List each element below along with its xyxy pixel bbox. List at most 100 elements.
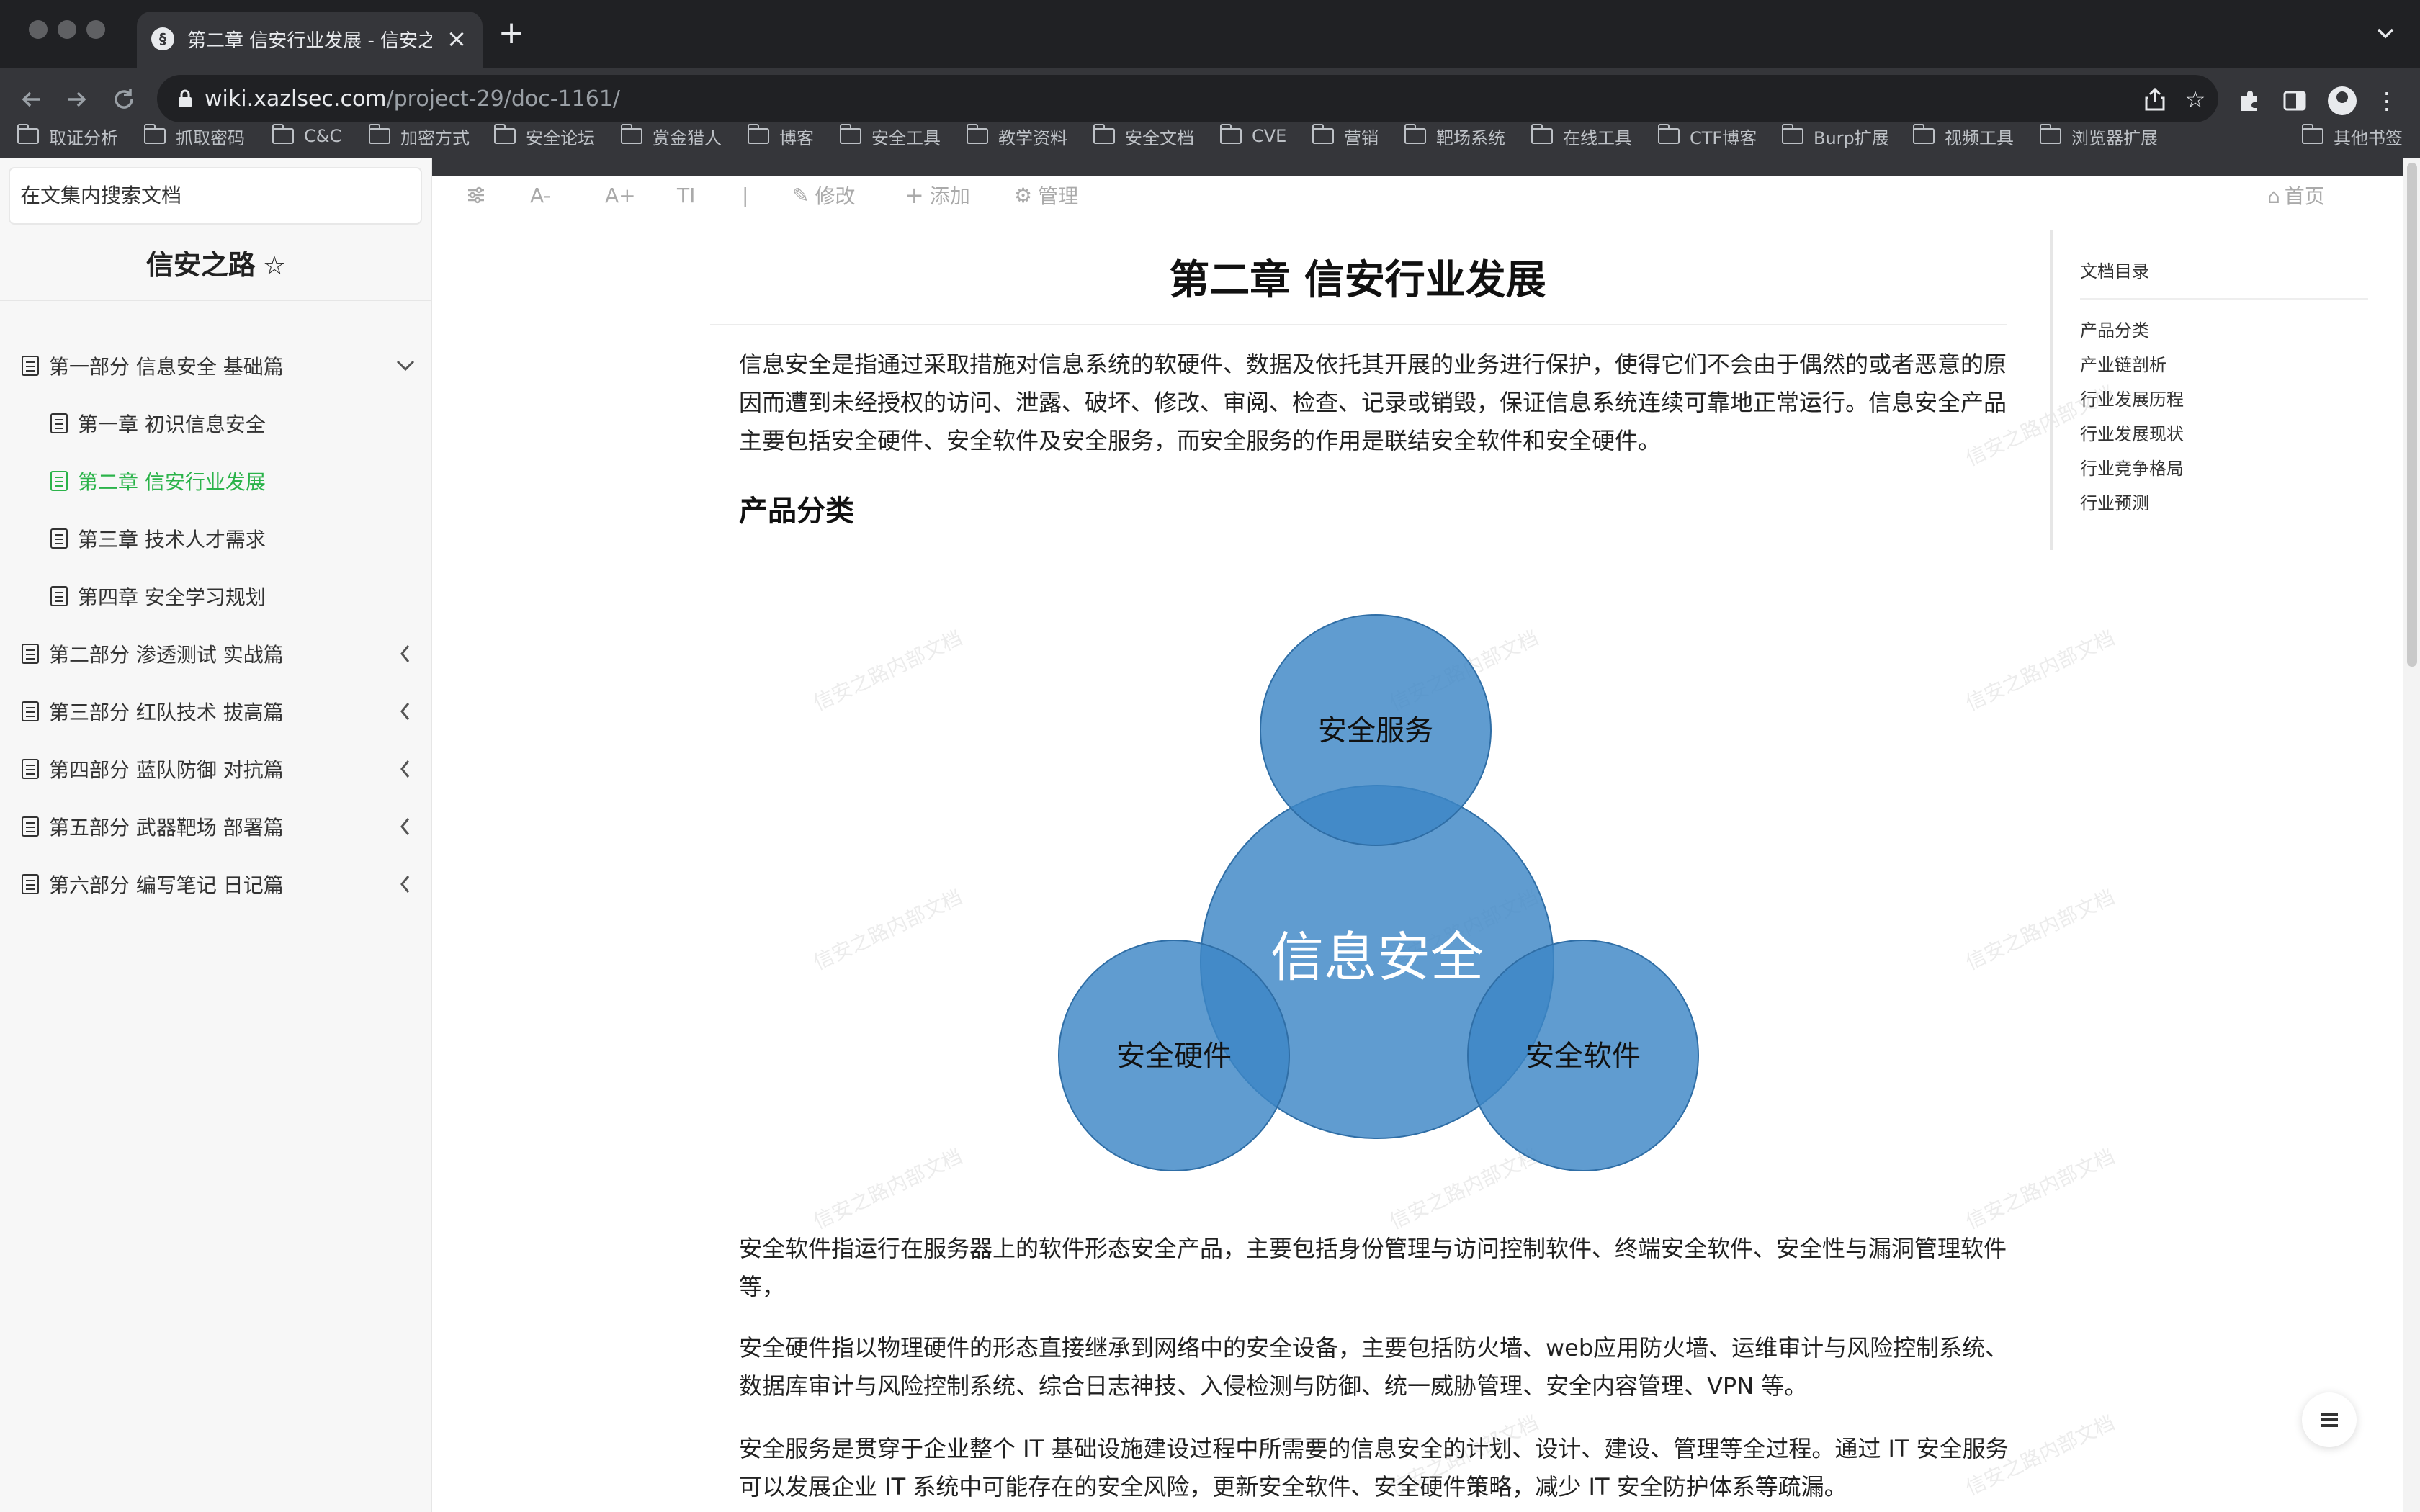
browser-tab-active[interactable]: § 第二章 信安行业发展 - 信安之路 × bbox=[137, 12, 483, 68]
document-icon bbox=[50, 528, 68, 549]
sidebar-item-part-2[interactable]: 第二部分 渗透测试 实战篇 bbox=[22, 632, 284, 675]
chevron-left-icon[interactable] bbox=[393, 690, 418, 733]
bookmark-folder[interactable]: CVE bbox=[1219, 122, 1286, 150]
edit-button[interactable]: ✎ 修改 bbox=[792, 177, 855, 213]
address-bar[interactable]: wiki.xazlsec.com/project-29/doc-1161/ ☆ bbox=[157, 75, 2218, 122]
font-decrease-button[interactable]: A- bbox=[530, 177, 551, 213]
bookmark-folder[interactable]: 视频工具 bbox=[1912, 122, 2014, 150]
bookmark-star-icon[interactable]: ☆ bbox=[2182, 86, 2208, 112]
back-arrow-icon[interactable] bbox=[16, 84, 48, 115]
bookmark-folder[interactable]: 赏金猎人 bbox=[620, 122, 722, 150]
toc-item[interactable]: 产业链剖析 bbox=[2080, 353, 2166, 377]
lock-icon[interactable] bbox=[177, 89, 193, 108]
software-paragraph: 安全软件指运行在服务器上的软件形态安全产品，主要包括身份管理与访问控制软件、终端… bbox=[739, 1235, 2007, 1300]
bookmark-folder[interactable]: 安全文档 bbox=[1093, 122, 1194, 150]
chevron-left-icon[interactable] bbox=[393, 747, 418, 791]
doc-search-input[interactable]: 在文集内搜索文档 bbox=[9, 167, 422, 225]
folder-icon bbox=[966, 124, 988, 144]
chevron-left-icon[interactable] bbox=[393, 632, 418, 675]
folder-icon bbox=[1781, 124, 1803, 144]
manage-icon: ⚙ bbox=[1014, 183, 1033, 207]
bookmark-folder[interactable]: 靶场系统 bbox=[1404, 122, 1505, 150]
document-icon bbox=[50, 413, 68, 433]
star-icon[interactable]: ☆ bbox=[263, 246, 286, 287]
sidebar-item-part-1[interactable]: 第一部分 信息安全 基础篇 bbox=[22, 344, 284, 387]
sidebar-item-chapter-3[interactable]: 第三章 技术人才需求 bbox=[50, 517, 266, 560]
tab-close-button[interactable]: × bbox=[444, 26, 470, 52]
url-text[interactable]: wiki.xazlsec.com/project-29/doc-1161/ bbox=[205, 85, 620, 114]
folder-icon bbox=[747, 124, 769, 144]
chevron-down-icon[interactable] bbox=[393, 344, 418, 387]
font-increase-button[interactable]: A+ bbox=[605, 177, 636, 213]
toc-item[interactable]: 行业发展历程 bbox=[2080, 387, 2184, 412]
folder-icon bbox=[1093, 124, 1115, 144]
new-tab-button[interactable]: + bbox=[497, 17, 526, 49]
toc-item[interactable]: 行业竞争格局 bbox=[2080, 456, 2184, 481]
share-icon[interactable] bbox=[2142, 86, 2168, 112]
home-button[interactable]: ⌂ 首页 bbox=[2267, 179, 2325, 215]
toc-border bbox=[2050, 230, 2053, 550]
more-menu-icon[interactable]: ⋮ bbox=[2372, 86, 2401, 115]
folder-icon bbox=[1912, 124, 1935, 144]
bookmark-folder[interactable]: 营销 bbox=[1312, 122, 1379, 150]
reload-icon[interactable] bbox=[108, 84, 140, 115]
bookmark-folder[interactable]: 浏览器扩展 bbox=[2039, 122, 2158, 150]
watermark-text: 信安之路内部文档 bbox=[810, 626, 967, 716]
toc-toggle-button[interactable] bbox=[2302, 1392, 2357, 1447]
folder-icon bbox=[839, 124, 861, 144]
folder-icon bbox=[1404, 124, 1426, 144]
section-heading: 产品分类 bbox=[739, 495, 854, 528]
sidebar-item-chapter-1[interactable]: 第一章 初识信息安全 bbox=[50, 402, 266, 445]
doc-sidebar: 在文集内搜索文档 信安之路 ☆ 第一部分 信息安全 基础篇 第一章 初识信息安全 … bbox=[0, 158, 432, 1512]
add-button[interactable]: + 添加 bbox=[905, 177, 970, 213]
document-icon bbox=[22, 356, 39, 376]
tab-search-chevron-icon[interactable] bbox=[2372, 20, 2398, 46]
toc-title: 文档目录 bbox=[2080, 261, 2149, 282]
venn-label-left: 安全硬件 bbox=[1116, 1040, 1232, 1073]
toc-item[interactable]: 产品分类 bbox=[2080, 318, 2149, 343]
chevron-left-icon[interactable] bbox=[393, 863, 418, 906]
bookmark-folder[interactable]: Burp扩展 bbox=[1781, 122, 1889, 150]
venn-diagram: 信息安全 安全服务 安全硬件 安全软件 bbox=[1058, 614, 1699, 1171]
sidebar-item-chapter-2[interactable]: 第二章 信安行业发展 bbox=[50, 459, 266, 503]
sidebar-item-chapter-4[interactable]: 第四章 安全学习规划 bbox=[50, 575, 266, 618]
scrollbar-thumb[interactable] bbox=[2407, 163, 2417, 667]
window-zoom-button[interactable] bbox=[86, 20, 105, 39]
profile-avatar[interactable] bbox=[2328, 86, 2357, 115]
sidebar-item-part-3[interactable]: 第三部分 红队技术 拔高篇 bbox=[22, 690, 284, 733]
window-minimize-button[interactable] bbox=[58, 20, 76, 39]
bookmark-folder[interactable]: 安全工具 bbox=[839, 122, 941, 150]
watermark-text: 信安之路内部文档 bbox=[1962, 885, 2119, 975]
pencil-icon: ✎ bbox=[792, 183, 810, 207]
toc-item[interactable]: 行业预测 bbox=[2080, 491, 2149, 516]
font-style-button[interactable]: TI bbox=[677, 177, 695, 213]
divider bbox=[0, 300, 432, 301]
window-close-button[interactable] bbox=[29, 20, 48, 39]
extensions-puzzle-icon[interactable] bbox=[2236, 86, 2264, 115]
list-icon bbox=[2321, 1413, 2338, 1427]
bookmark-folder[interactable]: 博客 bbox=[747, 122, 814, 150]
site-favicon-icon: § bbox=[151, 27, 174, 50]
bookmark-folder[interactable]: 取证分析 bbox=[17, 122, 118, 150]
bookmark-folder[interactable]: C&C bbox=[272, 122, 341, 150]
bookmark-folder[interactable]: 安全论坛 bbox=[493, 122, 595, 150]
chevron-left-icon[interactable] bbox=[393, 805, 418, 848]
bookmark-folder[interactable]: 教学资料 bbox=[966, 122, 1067, 150]
sidebar-item-part-5[interactable]: 第五部分 武器靶场 部署篇 bbox=[22, 805, 284, 848]
bookmark-folder[interactable]: CTF博客 bbox=[1657, 122, 1757, 150]
other-bookmarks-folder[interactable]: 其他书签 bbox=[2301, 122, 2403, 150]
sidebar-item-part-4[interactable]: 第四部分 蓝队防御 对抗篇 bbox=[22, 747, 284, 791]
bookmark-folder[interactable]: 加密方式 bbox=[368, 122, 470, 150]
venn-label-top: 安全服务 bbox=[1318, 714, 1433, 747]
folder-icon bbox=[2301, 124, 2323, 144]
manage-button[interactable]: ⚙ 管理 bbox=[1014, 177, 1078, 213]
forward-arrow-icon[interactable] bbox=[60, 84, 92, 115]
bookmark-folder[interactable]: 在线工具 bbox=[1531, 122, 1632, 150]
tab-title: 第二章 信安行业发展 - 信安之路 bbox=[187, 30, 432, 52]
toc-item[interactable]: 行业发展现状 bbox=[2080, 422, 2184, 446]
sidebar-item-part-6[interactable]: 第六部分 编写笔记 日记篇 bbox=[22, 863, 284, 906]
document-icon bbox=[50, 471, 68, 491]
settings-sliders-icon[interactable] bbox=[465, 177, 487, 213]
side-panel-icon[interactable] bbox=[2280, 86, 2309, 115]
bookmark-folder[interactable]: 抓取密码 bbox=[143, 122, 245, 150]
